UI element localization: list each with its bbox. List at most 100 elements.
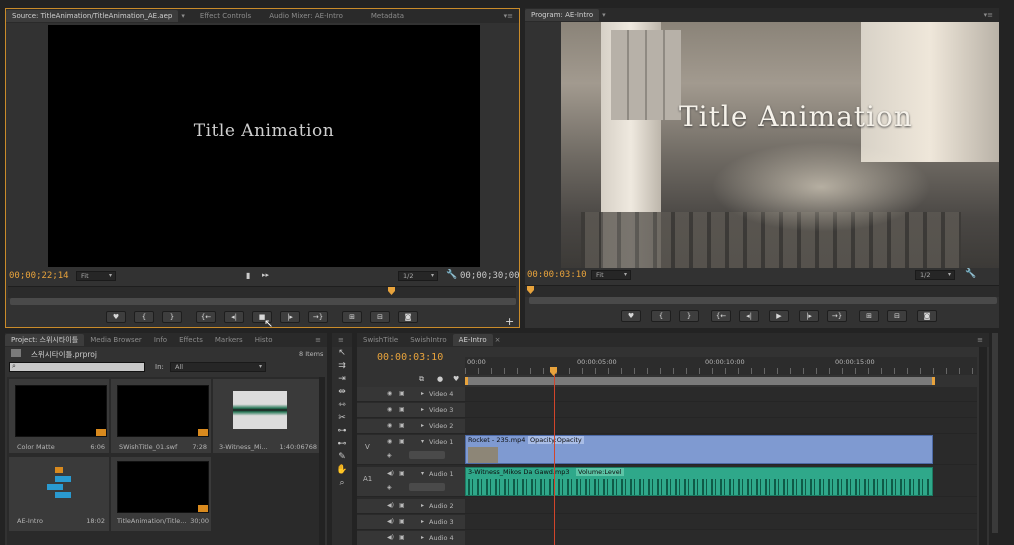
tab-metadata[interactable]: Metadata (365, 10, 410, 22)
tab-sequence-swishtitle[interactable]: SwishTitle (357, 334, 404, 346)
dropdown-arrow-icon[interactable]: ▾ (599, 9, 609, 21)
keyframe-icon[interactable]: ◈ (387, 484, 392, 491)
program-resolution-select[interactable]: 1/2 ▾ (915, 270, 955, 280)
tab-effect-controls[interactable]: Effect Controls (194, 10, 257, 22)
overwrite-button[interactable]: ⊟ (370, 311, 390, 323)
panel-menu-icon[interactable]: ▾≡ (978, 9, 999, 21)
tab-project[interactable]: Project: 스위시타이틀 (5, 334, 85, 346)
expand-arrow-icon[interactable]: ▸ (421, 534, 424, 541)
list-item[interactable]: SWishTitle_01.swf 7:28 (111, 379, 211, 453)
wrench-icon[interactable]: 🔧 (965, 269, 976, 279)
close-icon[interactable]: × (493, 334, 503, 346)
expand-arrow-icon[interactable]: ▸ (421, 502, 424, 509)
lock-icon[interactable]: ▣ (399, 438, 405, 445)
panel-menu-icon[interactable]: ≡ (971, 334, 989, 346)
program-viewer[interactable]: Title Animation (561, 22, 999, 268)
step-forward-button[interactable]: |▸ (799, 310, 819, 322)
video-clip-rocket[interactable]: Rocket - 235.mp4 Opacity:Opacity (465, 435, 933, 464)
extract-button[interactable]: ⊟ (887, 310, 907, 322)
tab-info[interactable]: Info (148, 334, 173, 346)
source-current-timecode[interactable]: 00;00;22;14 (9, 271, 69, 281)
source-time-ruler[interactable] (8, 286, 516, 298)
tab-media-browser[interactable]: Media Browser (84, 334, 148, 346)
eye-icon[interactable]: ◉ (387, 438, 392, 445)
program-zoom-select[interactable]: Fit ▾ (591, 270, 631, 280)
tab-effects[interactable]: Effects (173, 334, 209, 346)
speaker-icon[interactable]: ◀) (387, 534, 394, 541)
tab-sequence-swishintro[interactable]: SwishIntro (404, 334, 452, 346)
speaker-icon[interactable]: ◀) (387, 470, 394, 477)
expand-arrow-icon[interactable]: ▾ (421, 470, 424, 477)
list-item[interactable]: Color Matte 6:06 (9, 379, 109, 453)
selection-tool-icon[interactable]: ↖ (335, 347, 349, 359)
rolling-edit-tool-icon[interactable]: ⇹ (335, 386, 349, 398)
expand-arrow-icon[interactable]: ▸ (421, 422, 424, 429)
go-to-in-button[interactable]: {← (711, 310, 731, 322)
dropdown-arrow-icon[interactable]: ▾ (178, 10, 188, 22)
clip-fx-menu[interactable]: Opacity:Opacity (528, 436, 584, 444)
settings-icon[interactable]: ▮ (246, 271, 250, 280)
snap-icon[interactable]: ⧉ (419, 375, 424, 384)
list-item[interactable]: 3-Witness_Mi... 1:40:06768 (213, 379, 319, 453)
go-to-out-button[interactable]: →} (827, 310, 847, 322)
export-frame-icon[interactable]: ▸▸ (262, 271, 269, 279)
add-button-icon[interactable]: + (505, 315, 514, 328)
tab-sequence-ae-intro[interactable]: AE-Intro (452, 334, 493, 346)
lock-icon[interactable]: ▣ (399, 502, 405, 509)
tab-history[interactable]: Histo (249, 334, 279, 346)
add-marker-button[interactable]: ♥ (621, 310, 641, 322)
mark-in-button[interactable]: { (651, 310, 671, 322)
project-scrollbar[interactable] (319, 377, 325, 545)
hand-tool-icon[interactable]: ✋ (335, 464, 349, 476)
expand-arrow-icon[interactable]: ▸ (421, 390, 424, 397)
step-back-button[interactable]: ◂| (739, 310, 759, 322)
tab-source[interactable]: Source: TitleAnimation/TitleAnimation_AE… (6, 10, 179, 22)
go-to-out-button[interactable]: →} (308, 311, 328, 323)
mark-out-button[interactable]: } (162, 311, 182, 323)
camera-icon[interactable]: ◙ (398, 311, 418, 323)
source-patch-v[interactable]: V (365, 443, 370, 451)
timeline-vertical-scrollbar[interactable] (979, 347, 987, 545)
mark-out-button[interactable]: } (679, 310, 699, 322)
eye-icon[interactable]: ◉ (387, 422, 392, 429)
ripple-edit-tool-icon[interactable]: ⇥ (335, 373, 349, 385)
camera-icon[interactable]: ◙ (917, 310, 937, 322)
speaker-icon[interactable]: ◀) (387, 518, 394, 525)
expand-arrow-icon[interactable]: ▸ (421, 406, 424, 413)
lock-icon[interactable]: ▣ (399, 422, 405, 429)
program-zoom-scrollbar[interactable] (529, 297, 997, 304)
keyframe-nav[interactable] (409, 451, 445, 459)
expand-arrow-icon[interactable]: ▸ (421, 518, 424, 525)
insert-button[interactable]: ⊞ (342, 311, 362, 323)
marker-icon[interactable]: ● (437, 375, 443, 383)
expand-arrow-icon[interactable]: ▾ (421, 438, 424, 445)
play-button[interactable]: ▶ (769, 310, 789, 322)
timeline-time-ruler[interactable]: 00:00 00:00:05:00 00:00:10:00 00:00:15:0… (465, 357, 977, 375)
step-forward-button[interactable]: |▸ (280, 311, 300, 323)
source-resolution-select[interactable]: 1/2 ▾ (398, 271, 438, 281)
right-edge-scrollbar[interactable] (992, 333, 998, 533)
panel-menu-icon[interactable]: ▾≡ (498, 10, 519, 22)
tab-program[interactable]: Program: AE-Intro (525, 9, 600, 21)
list-item[interactable]: AE-Intro 18:02 (9, 457, 109, 531)
audio-clip-witness[interactable]: 3-Witness_Mikos Da Gawd.mp3 Volume:Level (465, 467, 933, 496)
lock-icon[interactable]: ▣ (399, 518, 405, 525)
source-zoom-scrollbar[interactable] (10, 298, 516, 305)
wrench-icon[interactable]: 🔧 (446, 270, 457, 280)
add-marker-icon[interactable]: ♥ (453, 375, 459, 383)
lock-icon[interactable]: ▣ (399, 390, 405, 397)
eye-icon[interactable]: ◉ (387, 390, 392, 397)
zoom-tool-icon[interactable]: ⌕ (335, 477, 349, 489)
panel-menu-icon[interactable]: ≡ (309, 334, 327, 346)
keyframe-nav[interactable] (409, 483, 445, 491)
timeline-current-timecode[interactable]: 00:00:03:10 (377, 352, 443, 363)
source-patch-a1[interactable]: A1 (363, 475, 372, 483)
tab-audio-mixer[interactable]: Audio Mixer: AE-Intro (263, 10, 349, 22)
program-current-timecode[interactable]: 00:00:03:10 (527, 270, 587, 280)
work-area-bar[interactable] (465, 377, 935, 385)
timeline-playhead-line[interactable] (554, 375, 555, 545)
lock-icon[interactable]: ▣ (399, 406, 405, 413)
source-zoom-select[interactable]: Fit ▾ (76, 271, 116, 281)
lock-icon[interactable]: ▣ (399, 470, 405, 477)
lift-button[interactable]: ⊞ (859, 310, 879, 322)
